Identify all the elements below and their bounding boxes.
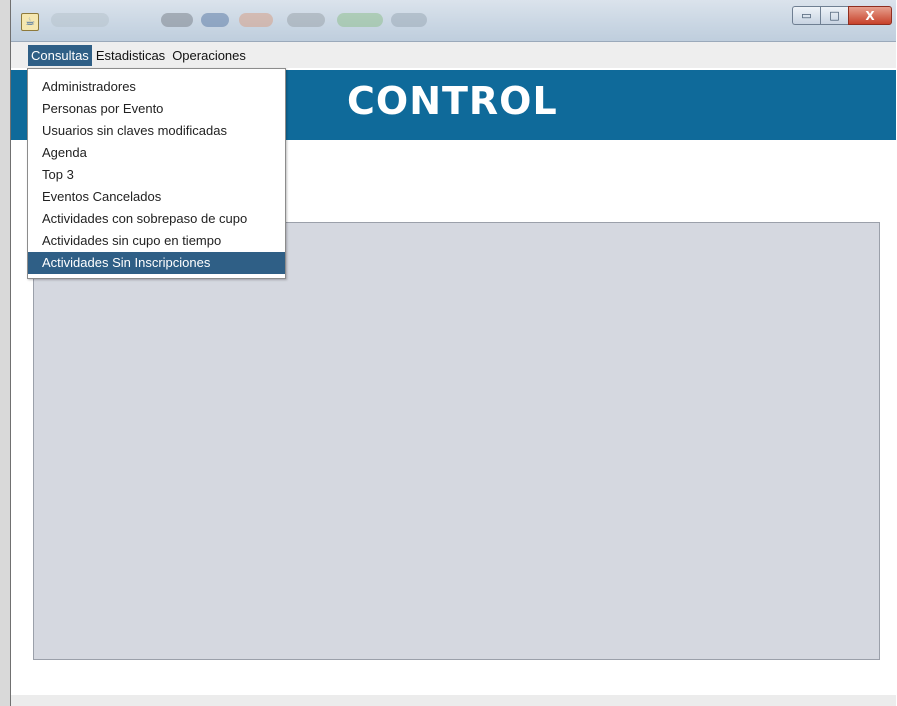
content-panel [33,222,880,660]
status-strip [11,695,896,706]
menu-estadisticas[interactable]: Estadisticas [93,45,168,66]
menu-item-eventos-cancelados[interactable]: Eventos Cancelados [28,186,285,208]
blurred-toolbar-icon [287,13,325,27]
blurred-toolbar-icon [239,13,273,27]
page-title: CONTROL [347,79,558,123]
menu-item-sin-cupo-en-tiempo[interactable]: Actividades sin cupo en tiempo [28,230,285,252]
menu-item-agenda[interactable]: Agenda [28,142,285,164]
menu-item-administradores[interactable]: Administradores [28,76,285,98]
window-controls: ▭ □ X [792,6,892,26]
menu-operaciones[interactable]: Operaciones [169,45,249,66]
blurred-title-text [51,13,109,27]
menu-item-usuarios-sin-claves[interactable]: Usuarios sin claves modificadas [28,120,285,142]
app-window: ☕ ▭ □ X Consultas Estadisticas Operacion… [10,0,896,706]
blurred-toolbar-icon [201,13,229,27]
menu-item-sin-inscripciones[interactable]: Actividades Sin Inscripciones [28,252,285,274]
maximize-button[interactable]: □ [820,6,848,25]
blurred-toolbar-icon [337,13,383,27]
minimize-button[interactable]: ▭ [792,6,820,25]
java-app-icon[interactable]: ☕ [21,13,39,31]
menu-item-top-3[interactable]: Top 3 [28,164,285,186]
background-strip [0,0,10,706]
close-icon: X [865,8,875,23]
menu-item-personas-por-evento[interactable]: Personas por Evento [28,98,285,120]
consultas-dropdown-menu: Administradores Personas por Evento Usua… [27,68,286,279]
close-button[interactable]: X [848,6,892,25]
maximize-icon: □ [829,9,840,22]
menu-item-sobrepaso-de-cupo[interactable]: Actividades con sobrepaso de cupo [28,208,285,230]
menu-consultas[interactable]: Consultas [28,44,92,66]
blurred-toolbar-icon [161,13,193,27]
blurred-toolbar-icon [391,13,427,27]
title-bar[interactable]: ☕ ▭ □ X [11,0,896,42]
minimize-icon: ▭ [801,9,812,22]
menu-bar: Consultas Estadisticas Operaciones [11,42,896,68]
